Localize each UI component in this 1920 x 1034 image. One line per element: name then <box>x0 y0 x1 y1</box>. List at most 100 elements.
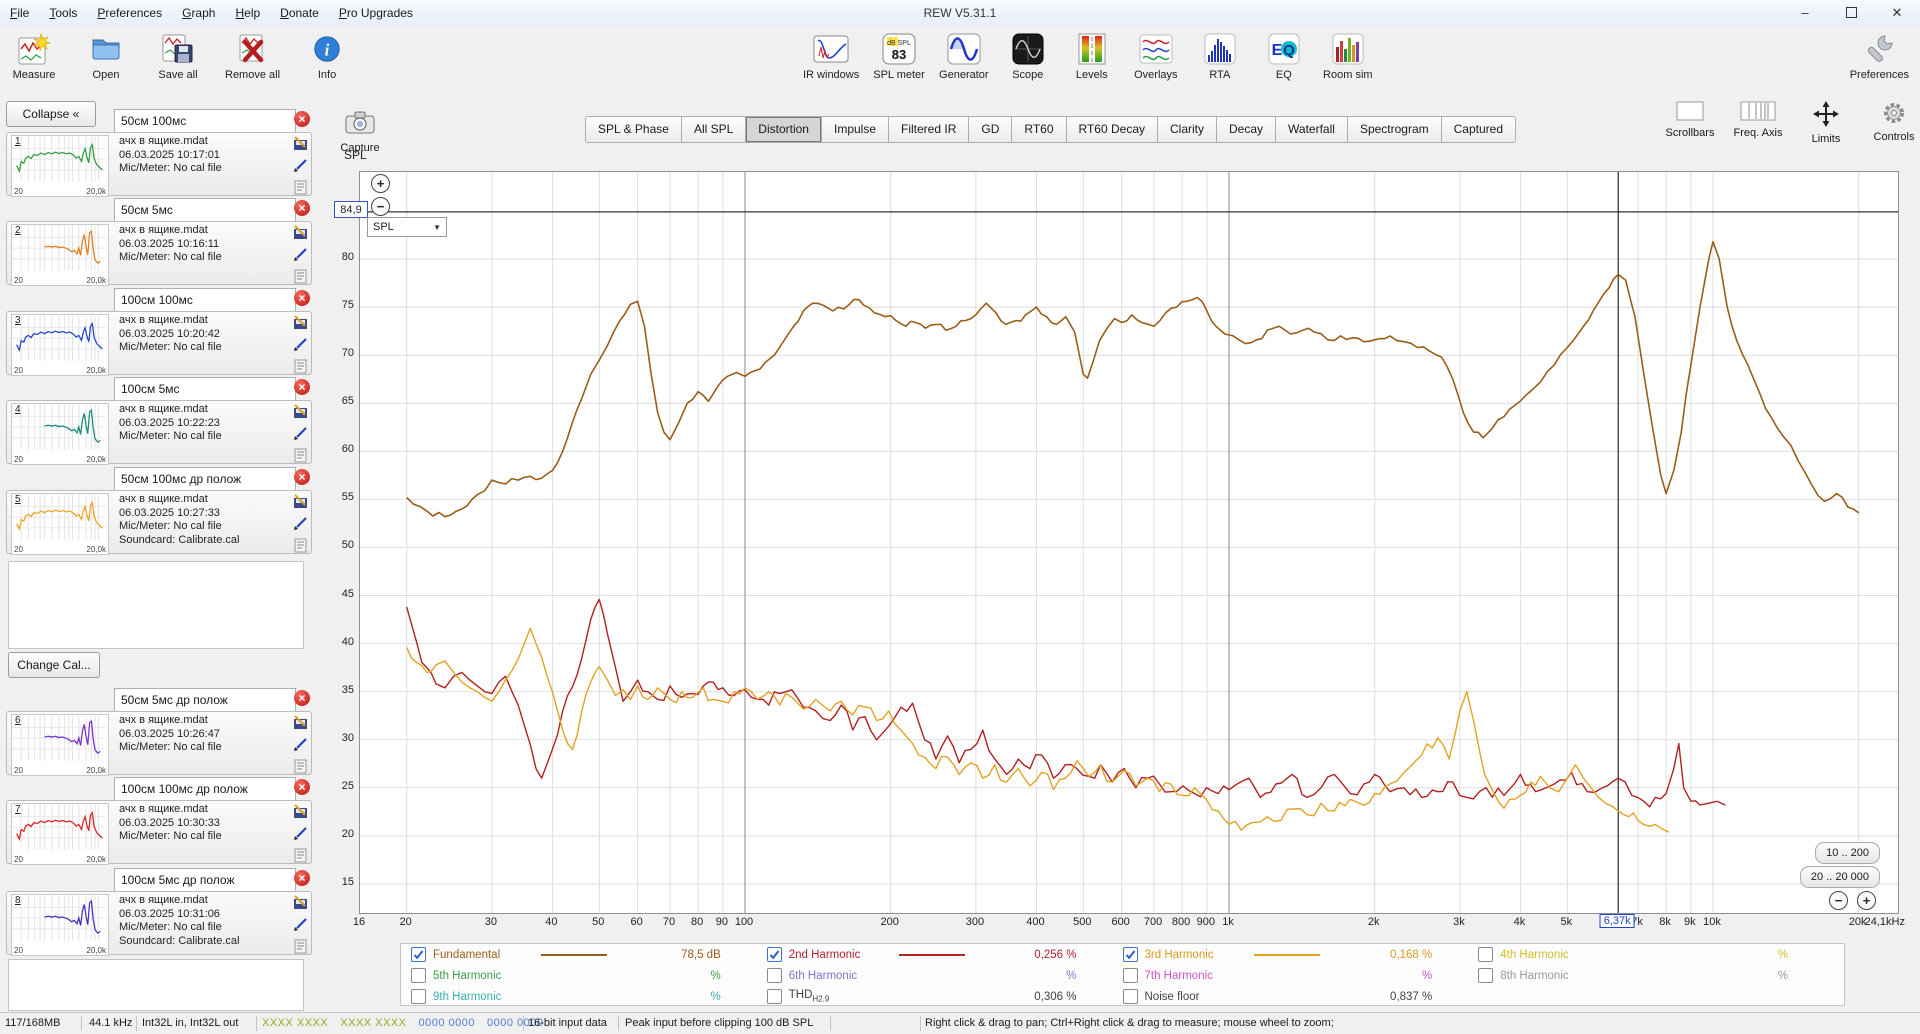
notes-icon[interactable] <box>293 939 308 957</box>
controls-button[interactable]: Controls <box>1868 101 1920 143</box>
measurement-summary[interactable]: 7 20 20,0k ачх в ящике.mdat 06.03.2025 10:30… <box>6 800 312 866</box>
save-measurement-icon[interactable] <box>293 804 308 822</box>
legend-checkbox[interactable] <box>411 947 426 962</box>
minimize-button[interactable]: – <box>1782 0 1828 25</box>
measurement-thumbnail[interactable]: 4 20 20,0k <box>11 403 109 465</box>
tab-impulse[interactable]: Impulse <box>821 116 890 143</box>
tab-decay[interactable]: Decay <box>1217 116 1277 143</box>
measurement-name-input[interactable]: 100см 5мс <box>114 377 296 401</box>
scrollbars-button[interactable]: Scrollbars <box>1664 101 1716 145</box>
tab-filtered-ir[interactable]: Filtered IR <box>889 116 970 143</box>
measurement-thumbnail[interactable]: 6 20 20,0k <box>11 714 109 776</box>
trace-color-icon[interactable] <box>293 826 308 844</box>
save-measurement-icon[interactable] <box>293 404 308 422</box>
trace-color-icon[interactable] <box>293 516 308 534</box>
trace-color-icon[interactable] <box>293 158 308 176</box>
tab-distortion[interactable]: Distortion <box>746 116 822 143</box>
legend-checkbox[interactable] <box>1478 968 1494 983</box>
notes-icon[interactable] <box>293 269 308 287</box>
trace-color-icon[interactable] <box>293 247 308 265</box>
menu-graph[interactable]: Graph <box>172 1 225 26</box>
legend-checkbox[interactable] <box>1122 968 1138 983</box>
roomsim-button[interactable]: Room sim <box>1320 29 1376 82</box>
measurement-thumbnail[interactable]: 3 20 20,0k <box>11 314 109 376</box>
menu-preferences[interactable]: Preferences <box>87 1 172 26</box>
measurement-name-input[interactable]: 100см 100мс др полож <box>114 777 296 801</box>
freq-range-20-20000-button[interactable]: 20 .. 20 000 <box>1799 866 1880 888</box>
trace-color-icon[interactable] <box>293 737 308 755</box>
save-measurement-icon[interactable] <box>293 715 308 733</box>
tab-rt60-decay[interactable]: RT60 Decay <box>1066 116 1158 143</box>
measure-button[interactable]: Measure <box>6 29 62 82</box>
tab-captured[interactable]: Captured <box>1441 116 1517 143</box>
measurement-summary[interactable]: 3 20 20,0k ачх в ящике.mdat 06.03.2025 10:20… <box>6 311 312 377</box>
measurement-item-2[interactable]: 50см 5мс × 2 20 20,0k ачх в ящике.mdat 06.03.2… <box>6 197 312 287</box>
legend-checkbox[interactable] <box>1122 947 1138 962</box>
overlays-button[interactable]: Overlays <box>1128 29 1184 82</box>
y-zoom-out-button[interactable]: − <box>371 197 390 216</box>
close-button[interactable]: ✕ <box>1874 0 1920 25</box>
tab-rt60[interactable]: RT60 <box>1012 116 1067 143</box>
saveall-button[interactable]: Save all <box>150 29 206 82</box>
legend-checkbox[interactable] <box>411 989 426 1004</box>
trace-color-icon[interactable] <box>293 917 308 935</box>
measurement-thumbnail[interactable]: 8 20 20,0k <box>11 894 109 956</box>
delete-measurement-button[interactable]: × <box>294 690 310 706</box>
measurement-summary[interactable]: 2 20 20,0k ачх в ящике.mdat 06.03.2025 10:16… <box>6 221 312 287</box>
measurement-summary[interactable]: 5 20 20,0k ачх в ящике.mdat 06.03.2025 10:27… <box>6 490 312 555</box>
legend-checkbox[interactable] <box>411 968 426 983</box>
freqaxis-button[interactable]: Freq. Axis <box>1732 101 1784 145</box>
save-measurement-icon[interactable] <box>293 895 308 913</box>
cursor-frequency-readout[interactable]: 6,37k <box>1599 914 1635 928</box>
measurement-thumbnail[interactable]: 2 20 20,0k <box>11 224 109 286</box>
tab-gd[interactable]: GD <box>969 116 1013 143</box>
levels-button[interactable]: 0 3 6 9 Levels <box>1064 29 1120 82</box>
save-measurement-icon[interactable] <box>293 136 308 154</box>
measurement-name-input[interactable]: 50см 5мс <box>114 198 296 222</box>
measurement-item-5[interactable]: 50см 100мс др полож × 5 20 20,0k ачх в ящике.… <box>6 466 312 555</box>
notes-icon[interactable] <box>293 848 308 866</box>
tab-clarity[interactable]: Clarity <box>1158 116 1218 143</box>
menu-file[interactable]: File <box>0 1 39 26</box>
trace-color-icon[interactable] <box>293 337 308 355</box>
measurement-thumbnail[interactable]: 5 20 20,0k <box>11 493 109 555</box>
spl-type-dropdown[interactable]: SPL ▼ <box>367 217 447 237</box>
menu-tools[interactable]: Tools <box>39 1 87 26</box>
delete-measurement-button[interactable]: × <box>294 111 310 127</box>
menu-help[interactable]: Help <box>225 1 270 26</box>
maximize-button[interactable] <box>1828 0 1874 25</box>
rta-button[interactable]: RTA <box>1192 29 1248 82</box>
tab-all-spl[interactable]: All SPL <box>681 116 747 143</box>
save-measurement-icon[interactable] <box>293 225 308 243</box>
limits-button[interactable]: Limits <box>1800 101 1852 145</box>
notes-icon[interactable] <box>293 448 308 466</box>
scope-button[interactable]: Scope <box>1000 29 1056 82</box>
measurement-summary[interactable]: 8 20 20,0k ачх в ящике.mdat 06.03.2025 10:31… <box>6 891 312 957</box>
measurement-notes-box[interactable] <box>8 959 304 1011</box>
measurement-item-6[interactable]: 50см 5мс др полож × 6 20 20,0k ачх в ящике.md… <box>6 687 312 776</box>
measurement-name-input[interactable]: 100см 100мс <box>114 288 296 312</box>
delete-measurement-button[interactable]: × <box>294 870 310 886</box>
tab-spl-phase[interactable]: SPL & Phase <box>585 116 682 143</box>
measurement-item-3[interactable]: 100см 100мс × 3 20 20,0k ачх в ящике.mdat 06.0… <box>6 287 312 377</box>
legend-checkbox[interactable] <box>766 989 782 1004</box>
tab-waterfall[interactable]: Waterfall <box>1276 116 1348 143</box>
legend-checkbox[interactable] <box>1122 989 1138 1004</box>
measurement-name-input[interactable]: 100см 5мс др полож <box>114 868 296 892</box>
measurement-summary[interactable]: 1 20 20,0k ачх в ящике.mdat 06.03.2025 10:17… <box>6 132 312 197</box>
measurement-item-1[interactable]: 50см 100мс × 1 20 20,0k ачх в ящике.mdat 06.03… <box>6 108 312 197</box>
measurement-summary[interactable]: 6 20 20,0k ачх в ящике.mdat 06.03.2025 10:26… <box>6 711 312 776</box>
legend-checkbox[interactable] <box>766 947 782 962</box>
info-button[interactable]: i Info <box>299 29 355 82</box>
preferences-button[interactable]: Preferences <box>1847 29 1912 82</box>
delete-measurement-button[interactable]: × <box>294 200 310 216</box>
save-measurement-icon[interactable] <box>293 494 308 512</box>
eq-button[interactable]: E Q EQ <box>1256 29 1312 82</box>
notes-icon[interactable] <box>293 359 308 377</box>
removeall-button[interactable]: Remove all <box>222 29 283 82</box>
x-zoom-in-button[interactable]: + <box>1857 891 1876 910</box>
measurement-name-input[interactable]: 50см 100мс др полож <box>114 467 296 491</box>
delete-measurement-button[interactable]: × <box>294 290 310 306</box>
tab-spectrogram[interactable]: Spectrogram <box>1347 116 1442 143</box>
measurement-item-7[interactable]: 100см 100мс др полож × 7 20 20,0k ачх в ящике… <box>6 776 312 866</box>
